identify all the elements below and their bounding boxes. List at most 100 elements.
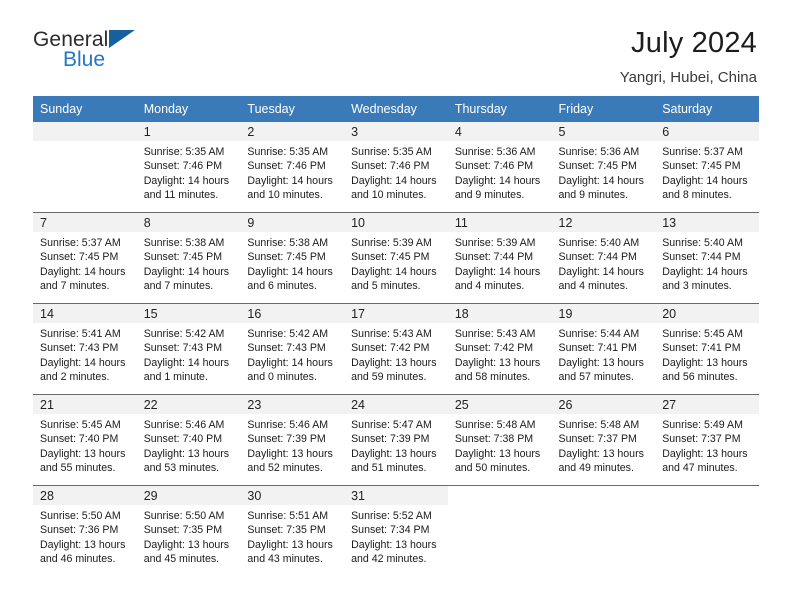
calendar-day-cell[interactable]: 9 Sunrise: 5:38 AM Sunset: 7:45 PM Daylight… [240, 212, 345, 304]
day-sun-info: Sunrise: 5:37 AM Sunset: 7:45 PM Daylight:… [33, 232, 137, 294]
day-cell-content [655, 486, 759, 575]
day-sunset-text: Sunset: 7:46 PM [454, 160, 534, 173]
day-number: 23 [240, 395, 345, 414]
day-sunset-text: Sunset: 7:43 PM [247, 342, 326, 355]
day-cell-content: 27 Sunrise: 5:49 AM Sunset: 7:37 PM Dayligh… [655, 395, 759, 484]
day-daylight1-text: Daylight: 13 hours [143, 538, 230, 551]
day-daylight1-text: Daylight: 13 hours [662, 447, 748, 460]
calendar-day-cell[interactable]: 24 Sunrise: 5:47 AM Sunset: 7:39 PM Dayligh… [344, 394, 448, 486]
day-sunrise-text: Sunrise: 5:44 AM [558, 328, 640, 340]
calendar-day-cell[interactable]: 11 Sunrise: 5:39 AM Sunset: 7:44 PM Dayligh… [447, 212, 552, 304]
day-sunrise-text: Sunrise: 5:47 AM [351, 419, 432, 431]
calendar-day-cell[interactable]: 27 Sunrise: 5:49 AM Sunset: 7:37 PM Dayligh… [655, 394, 759, 486]
day-cell-content: 9 Sunrise: 5:38 AM Sunset: 7:45 PM Daylight… [240, 213, 345, 302]
calendar-day-cell[interactable]: 13 Sunrise: 5:40 AM Sunset: 7:44 PM Dayligh… [655, 212, 759, 304]
day-cell-content: 22 Sunrise: 5:46 AM Sunset: 7:40 PM Dayligh… [136, 395, 241, 484]
calendar-day-cell[interactable]: 25 Sunrise: 5:48 AM Sunset: 7:38 PM Dayligh… [447, 394, 552, 486]
day-sun-info: Sunrise: 5:43 AM Sunset: 7:42 PM Daylight:… [344, 323, 448, 385]
calendar-week-row: 7 Sunrise: 5:37 AM Sunset: 7:45 PM Daylight… [33, 212, 759, 304]
calendar-day-cell[interactable]: 29 Sunrise: 5:50 AM Sunset: 7:35 PM Dayligh… [136, 485, 241, 576]
day-sunrise-text: Sunrise: 5:50 AM [143, 510, 225, 522]
day-sun-info: Sunrise: 5:42 AM Sunset: 7:43 PM Daylight:… [240, 323, 344, 385]
day-number: 2 [240, 122, 345, 141]
calendar-day-cell[interactable]: 4 Sunrise: 5:36 AM Sunset: 7:46 PM Daylight… [447, 122, 552, 213]
calendar-day-cell[interactable]: 14 Sunrise: 5:41 AM Sunset: 7:43 PM Dayligh… [33, 303, 137, 395]
day-daylight1-text: Daylight: 13 hours [40, 447, 126, 460]
day-sunset-text: Sunset: 7:36 PM [40, 524, 119, 537]
day-daylight2-text: and 55 minutes. [40, 462, 116, 475]
calendar-day-cell[interactable]: 18 Sunrise: 5:43 AM Sunset: 7:42 PM Dayligh… [447, 303, 552, 395]
page-title: July 2024 [631, 27, 757, 59]
day-sun-info: Sunrise: 5:38 AM Sunset: 7:45 PM Daylight:… [240, 232, 344, 294]
day-sunrise-text: Sunrise: 5:36 AM [558, 146, 640, 158]
calendar-body: 1 Sunrise: 5:35 AM Sunset: 7:46 PM Daylight… [33, 122, 759, 576]
day-sunrise-text: Sunrise: 5:41 AM [40, 328, 121, 340]
day-cell-content: 28 Sunrise: 5:50 AM Sunset: 7:36 PM Dayligh… [33, 486, 137, 575]
calendar-day-cell[interactable]: 17 Sunrise: 5:43 AM Sunset: 7:42 PM Dayligh… [344, 303, 448, 395]
day-number: 6 [655, 122, 759, 141]
day-number: 10 [344, 213, 448, 232]
day-cell-content: 14 Sunrise: 5:41 AM Sunset: 7:43 PM Dayligh… [33, 304, 137, 393]
day-daylight1-text: Daylight: 14 hours [454, 265, 541, 278]
calendar-day-cell[interactable]: 16 Sunrise: 5:42 AM Sunset: 7:43 PM Dayligh… [240, 303, 345, 395]
day-daylight1-text: Daylight: 13 hours [351, 447, 437, 460]
calendar-day-cell[interactable]: 20 Sunrise: 5:45 AM Sunset: 7:41 PM Dayligh… [655, 303, 759, 395]
day-sunrise-text: Sunrise: 5:43 AM [351, 328, 432, 340]
day-cell-content: 15 Sunrise: 5:42 AM Sunset: 7:43 PM Dayligh… [136, 304, 241, 393]
weekday-header-friday: Friday [551, 96, 656, 122]
day-sun-info: Sunrise: 5:52 AM Sunset: 7:34 PM Daylight:… [344, 505, 448, 567]
day-number: 24 [344, 395, 448, 414]
day-number: 18 [447, 304, 552, 323]
calendar-day-cell[interactable]: 3 Sunrise: 5:35 AM Sunset: 7:46 PM Daylight… [344, 122, 448, 213]
day-daylight2-text: and 53 minutes. [143, 462, 220, 475]
calendar-day-cell[interactable]: 12 Sunrise: 5:40 AM Sunset: 7:44 PM Dayligh… [551, 212, 656, 304]
calendar-day-cell[interactable]: 10 Sunrise: 5:39 AM Sunset: 7:45 PM Dayligh… [344, 212, 448, 304]
day-sun-info: Sunrise: 5:37 AM Sunset: 7:45 PM Daylight:… [655, 141, 759, 203]
day-sunset-text: Sunset: 7:34 PM [351, 524, 430, 537]
day-sun-info: Sunrise: 5:42 AM Sunset: 7:43 PM Daylight:… [137, 323, 241, 385]
day-sunrise-text: Sunrise: 5:37 AM [40, 237, 121, 249]
day-cell-content: 23 Sunrise: 5:46 AM Sunset: 7:39 PM Dayligh… [240, 395, 345, 484]
day-sunset-text: Sunset: 7:35 PM [143, 524, 223, 537]
day-cell-content: 30 Sunrise: 5:51 AM Sunset: 7:35 PM Dayligh… [240, 486, 345, 575]
calendar-day-cell[interactable]: 31 Sunrise: 5:52 AM Sunset: 7:34 PM Dayligh… [344, 485, 448, 576]
day-sunset-text: Sunset: 7:42 PM [351, 342, 430, 355]
day-number: 5 [551, 122, 656, 141]
calendar-day-cell[interactable]: 30 Sunrise: 5:51 AM Sunset: 7:35 PM Dayligh… [240, 485, 345, 576]
calendar-header-row: Sunday Monday Tuesday Wednesday Thursday Frid… [33, 96, 759, 122]
calendar-page: General Blue July 2024 Yangri, Hubei, Ch… [0, 0, 792, 612]
day-sun-info: Sunrise: 5:36 AM Sunset: 7:46 PM Daylight:… [448, 141, 552, 203]
day-number [33, 122, 137, 141]
day-daylight2-text: and 50 minutes. [454, 462, 531, 475]
calendar-day-cell[interactable]: 21 Sunrise: 5:45 AM Sunset: 7:40 PM Dayligh… [33, 394, 137, 486]
day-sunrise-text: Sunrise: 5:37 AM [662, 146, 743, 158]
calendar-day-cell[interactable]: 23 Sunrise: 5:46 AM Sunset: 7:39 PM Dayligh… [240, 394, 345, 486]
day-cell-content: 10 Sunrise: 5:39 AM Sunset: 7:45 PM Dayligh… [344, 213, 448, 302]
calendar-day-cell[interactable]: 1 Sunrise: 5:35 AM Sunset: 7:46 PM Daylight… [136, 122, 241, 213]
calendar-day-cell[interactable]: 7 Sunrise: 5:37 AM Sunset: 7:45 PM Daylight… [33, 212, 137, 304]
day-daylight2-text: and 4 minutes. [558, 280, 629, 293]
calendar-day-cell[interactable]: 8 Sunrise: 5:38 AM Sunset: 7:45 PM Daylight… [136, 212, 241, 304]
day-sunrise-text: Sunrise: 5:45 AM [662, 328, 743, 340]
day-sunset-text: Sunset: 7:43 PM [40, 342, 119, 355]
calendar-day-cell[interactable]: 15 Sunrise: 5:42 AM Sunset: 7:43 PM Dayligh… [136, 303, 241, 395]
day-number: 21 [33, 395, 137, 414]
calendar-week-row: 14 Sunrise: 5:41 AM Sunset: 7:43 PM Dayligh… [33, 303, 759, 395]
calendar-day-cell[interactable]: 5 Sunrise: 5:36 AM Sunset: 7:45 PM Daylight… [551, 122, 656, 213]
calendar-day-cell[interactable]: 19 Sunrise: 5:44 AM Sunset: 7:41 PM Dayligh… [551, 303, 656, 395]
day-sun-info: Sunrise: 5:36 AM Sunset: 7:45 PM Daylight:… [552, 141, 656, 203]
calendar-day-cell[interactable]: 28 Sunrise: 5:50 AM Sunset: 7:36 PM Dayligh… [33, 485, 137, 576]
calendar-day-cell[interactable]: 2 Sunrise: 5:35 AM Sunset: 7:46 PM Daylight… [240, 122, 345, 213]
day-number: 1 [136, 122, 241, 141]
generalblue-logo[interactable]: General Blue [33, 26, 173, 78]
calendar-day-cell[interactable]: 26 Sunrise: 5:48 AM Sunset: 7:37 PM Dayligh… [551, 394, 656, 486]
day-daylight1-text: Daylight: 13 hours [454, 356, 541, 369]
calendar-day-cell[interactable]: 22 Sunrise: 5:46 AM Sunset: 7:40 PM Dayligh… [136, 394, 241, 486]
day-daylight1-text: Daylight: 14 hours [40, 356, 126, 369]
calendar-day-cell[interactable]: 6 Sunrise: 5:37 AM Sunset: 7:45 PM Daylight… [655, 122, 759, 213]
day-daylight2-text: and 59 minutes. [351, 371, 427, 384]
calendar-empty-cell [655, 485, 759, 576]
day-daylight1-text: Daylight: 14 hours [143, 356, 230, 369]
day-sunset-text: Sunset: 7:45 PM [40, 251, 119, 264]
day-number: 25 [447, 395, 552, 414]
